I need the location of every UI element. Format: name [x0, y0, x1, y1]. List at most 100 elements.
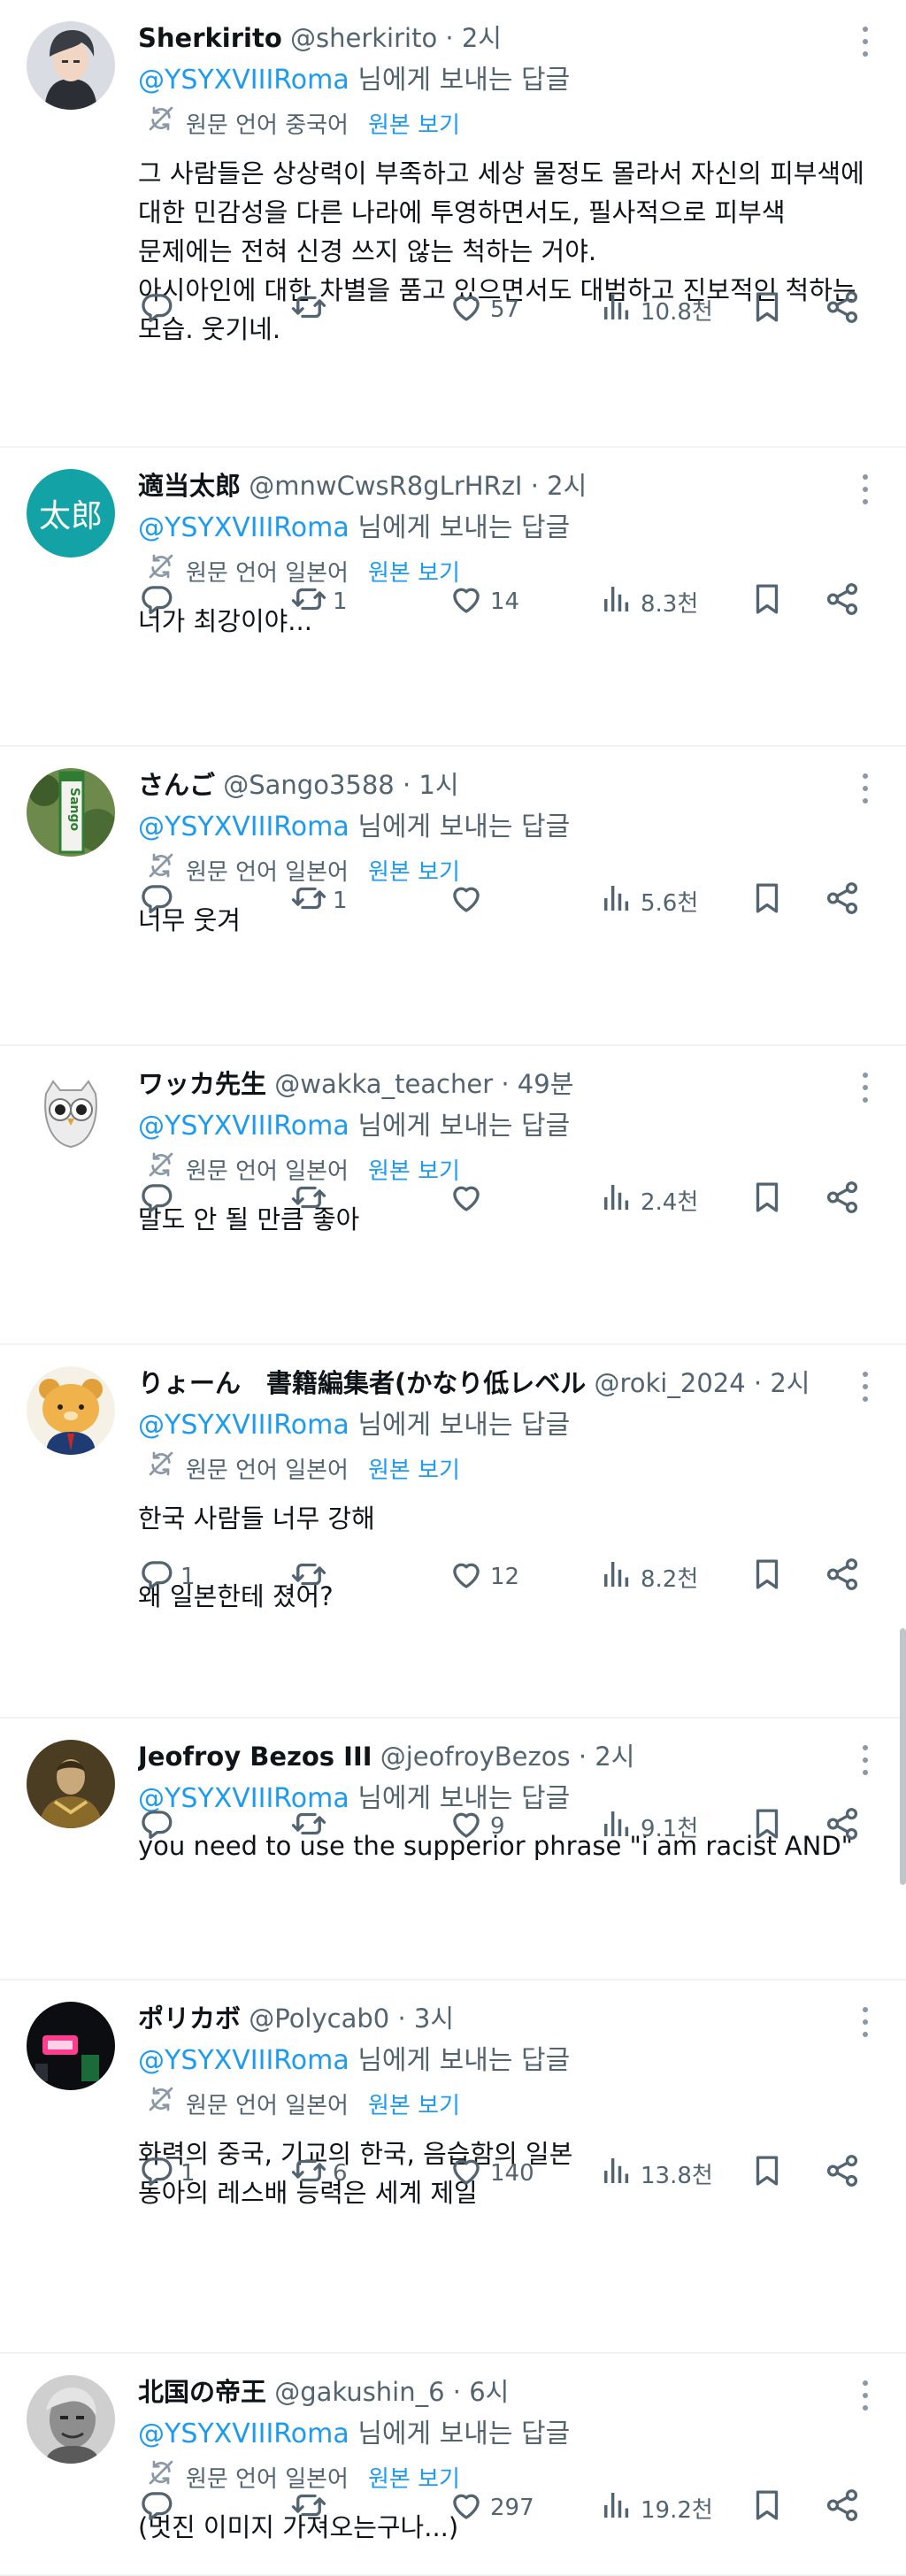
- retweet-button[interactable]: [290, 1172, 333, 1228]
- timestamp[interactable]: · 6시: [453, 2377, 510, 2407]
- views-button[interactable]: 8.3천: [598, 573, 698, 630]
- display-name[interactable]: ポリカボ: [138, 2003, 241, 2034]
- retweet-button[interactable]: 1: [290, 873, 348, 929]
- bookmark-button[interactable]: [749, 1798, 786, 1855]
- share-button[interactable]: [824, 573, 861, 630]
- display-name[interactable]: 適当太郎: [138, 471, 241, 501]
- reply-button[interactable]: [138, 281, 180, 338]
- reply-tweet[interactable]: Sango さんご @Sango3588 · 1시 @YSYXVIIIRoma 님에…: [0, 747, 906, 1046]
- bookmark-button[interactable]: [749, 2145, 786, 2202]
- display-name[interactable]: Jeofroy Bezos III: [138, 1742, 372, 1772]
- reply-tweet[interactable]: ポリカボ @Polycab0 · 3시 @YSYXVIIIRoma 님에게 보내는…: [0, 1980, 906, 2354]
- like-button[interactable]: 297: [448, 2480, 534, 2536]
- user-handle[interactable]: @mnwCwsR8gLrHRzI: [249, 471, 522, 501]
- timestamp[interactable]: · 2시: [754, 1368, 810, 1398]
- reply-tweet[interactable]: Jeofroy Bezos III @jeofroyBezos · 2시 @YSY…: [0, 1719, 906, 1980]
- display-name[interactable]: さんご: [138, 770, 215, 800]
- share-button[interactable]: [824, 873, 861, 929]
- views-button[interactable]: 5.6천: [598, 873, 698, 929]
- bookmark-button[interactable]: [749, 2480, 786, 2536]
- share-button[interactable]: [824, 2480, 861, 2536]
- timestamp[interactable]: · 1시: [403, 770, 459, 800]
- bookmark-button[interactable]: [749, 873, 786, 929]
- mention-link[interactable]: @YSYXVIIIRoma: [138, 2045, 349, 2076]
- bookmark-button[interactable]: [749, 1172, 786, 1228]
- reply-tweet[interactable]: Sherkirito @sherkirito · 2시 @YSYXVIIIRoma…: [0, 0, 906, 448]
- like-button[interactable]: 57: [448, 281, 519, 338]
- mention-link[interactable]: @YSYXVIIIRoma: [138, 2418, 349, 2449]
- like-button[interactable]: 12: [448, 1549, 519, 1605]
- reply-button[interactable]: 1: [138, 2145, 196, 2202]
- timestamp[interactable]: · 2시: [531, 471, 587, 501]
- user-handle[interactable]: @wakka_teacher: [274, 1069, 493, 1099]
- avatar[interactable]: 太郎: [27, 469, 115, 557]
- timestamp[interactable]: · 49분: [501, 1069, 573, 1099]
- views-button[interactable]: 2.4천: [598, 1172, 698, 1228]
- avatar[interactable]: [27, 1740, 115, 1828]
- avatar[interactable]: [27, 21, 115, 110]
- avatar[interactable]: [27, 2375, 115, 2464]
- mention-link[interactable]: @YSYXVIIIRoma: [138, 65, 349, 96]
- timestamp[interactable]: · 2시: [579, 1742, 635, 1772]
- display-name[interactable]: 北国の帝王: [138, 2377, 266, 2407]
- reply-button[interactable]: [138, 1172, 180, 1228]
- retweet-button[interactable]: 6: [290, 2145, 348, 2202]
- show-original-link[interactable]: 원본 보기: [368, 1448, 460, 1494]
- reply-tweet[interactable]: 北国の帝王 @gakushin_6 · 6시 @YSYXVIIIRoma 님에게 …: [0, 2354, 906, 2576]
- like-button[interactable]: 14: [448, 573, 519, 630]
- reply-tweet[interactable]: りょーん 書籍編集者(かなり低レベル @roki_2024 · 2시 @YSYXV…: [0, 1345, 906, 1719]
- views-button[interactable]: 19.2천: [598, 2480, 713, 2536]
- reply-button[interactable]: [138, 873, 180, 929]
- retweet-button[interactable]: [290, 2480, 333, 2536]
- share-button[interactable]: [824, 281, 861, 338]
- share-button[interactable]: [824, 1549, 861, 1605]
- avatar[interactable]: [27, 2002, 115, 2090]
- share-button[interactable]: [824, 1798, 861, 1855]
- like-button[interactable]: [448, 1172, 490, 1228]
- reply-button[interactable]: [138, 1798, 180, 1855]
- views-button[interactable]: 8.2천: [598, 1549, 698, 1605]
- retweet-button[interactable]: [290, 1798, 333, 1855]
- avatar[interactable]: Sango: [27, 768, 115, 857]
- share-button[interactable]: [824, 1172, 861, 1228]
- retweet-button[interactable]: [290, 1549, 333, 1605]
- timestamp[interactable]: · 2시: [445, 23, 502, 53]
- views-button[interactable]: 13.8천: [598, 2145, 713, 2202]
- like-button[interactable]: 9: [448, 1798, 505, 1855]
- display-name[interactable]: Sherkirito: [138, 23, 282, 53]
- timestamp[interactable]: · 3시: [397, 2003, 454, 2034]
- reply-tweet[interactable]: ワッカ先生 @wakka_teacher · 49분 @YSYXVIIIRoma …: [0, 1046, 906, 1345]
- show-original-link[interactable]: 원본 보기: [368, 2083, 460, 2129]
- source-language-label: 원문 언어: [186, 1457, 278, 1484]
- user-handle[interactable]: @Sango3588: [223, 770, 395, 800]
- user-handle[interactable]: @sherkirito: [290, 23, 437, 53]
- user-handle[interactable]: @roki_2024: [594, 1368, 745, 1398]
- avatar[interactable]: [27, 1067, 115, 1156]
- mention-link[interactable]: @YSYXVIIIRoma: [138, 512, 349, 543]
- like-button[interactable]: 140: [448, 2145, 534, 2202]
- mention-link[interactable]: @YSYXVIIIRoma: [138, 1111, 349, 1142]
- user-handle[interactable]: @Polycab0: [249, 2003, 389, 2034]
- mention-link[interactable]: @YSYXVIIIRoma: [138, 811, 349, 842]
- retweet-button[interactable]: [290, 281, 333, 338]
- bookmark-button[interactable]: [749, 573, 786, 630]
- mention-link[interactable]: @YSYXVIIIRoma: [138, 1410, 349, 1441]
- like-button[interactable]: [448, 873, 490, 929]
- reply-tweet[interactable]: 太郎 適当太郎 @mnwCwsR8gLrHRzI · 2시 @YSYXVIIIRom…: [0, 448, 906, 747]
- display-name[interactable]: ワッカ先生: [138, 1069, 266, 1099]
- retweet-button[interactable]: 1: [290, 573, 348, 630]
- reply-button[interactable]: [138, 2480, 180, 2536]
- user-handle[interactable]: @gakushin_6: [274, 2377, 444, 2407]
- bookmark-button[interactable]: [749, 281, 786, 338]
- reply-button[interactable]: [138, 573, 180, 630]
- views-button[interactable]: 10.8천: [598, 281, 713, 338]
- user-handle[interactable]: @jeofroyBezos: [380, 1742, 571, 1772]
- scrollbar[interactable]: [900, 1628, 906, 1885]
- share-button[interactable]: [824, 2145, 861, 2202]
- views-button[interactable]: 9.1천: [598, 1798, 698, 1855]
- reply-button[interactable]: 1: [138, 1549, 196, 1605]
- show-original-link[interactable]: 원본 보기: [368, 103, 460, 149]
- avatar[interactable]: [27, 1366, 115, 1455]
- bookmark-button[interactable]: [749, 1549, 786, 1605]
- display-name[interactable]: りょーん 書籍編集者(かなり低レベル: [138, 1368, 586, 1398]
